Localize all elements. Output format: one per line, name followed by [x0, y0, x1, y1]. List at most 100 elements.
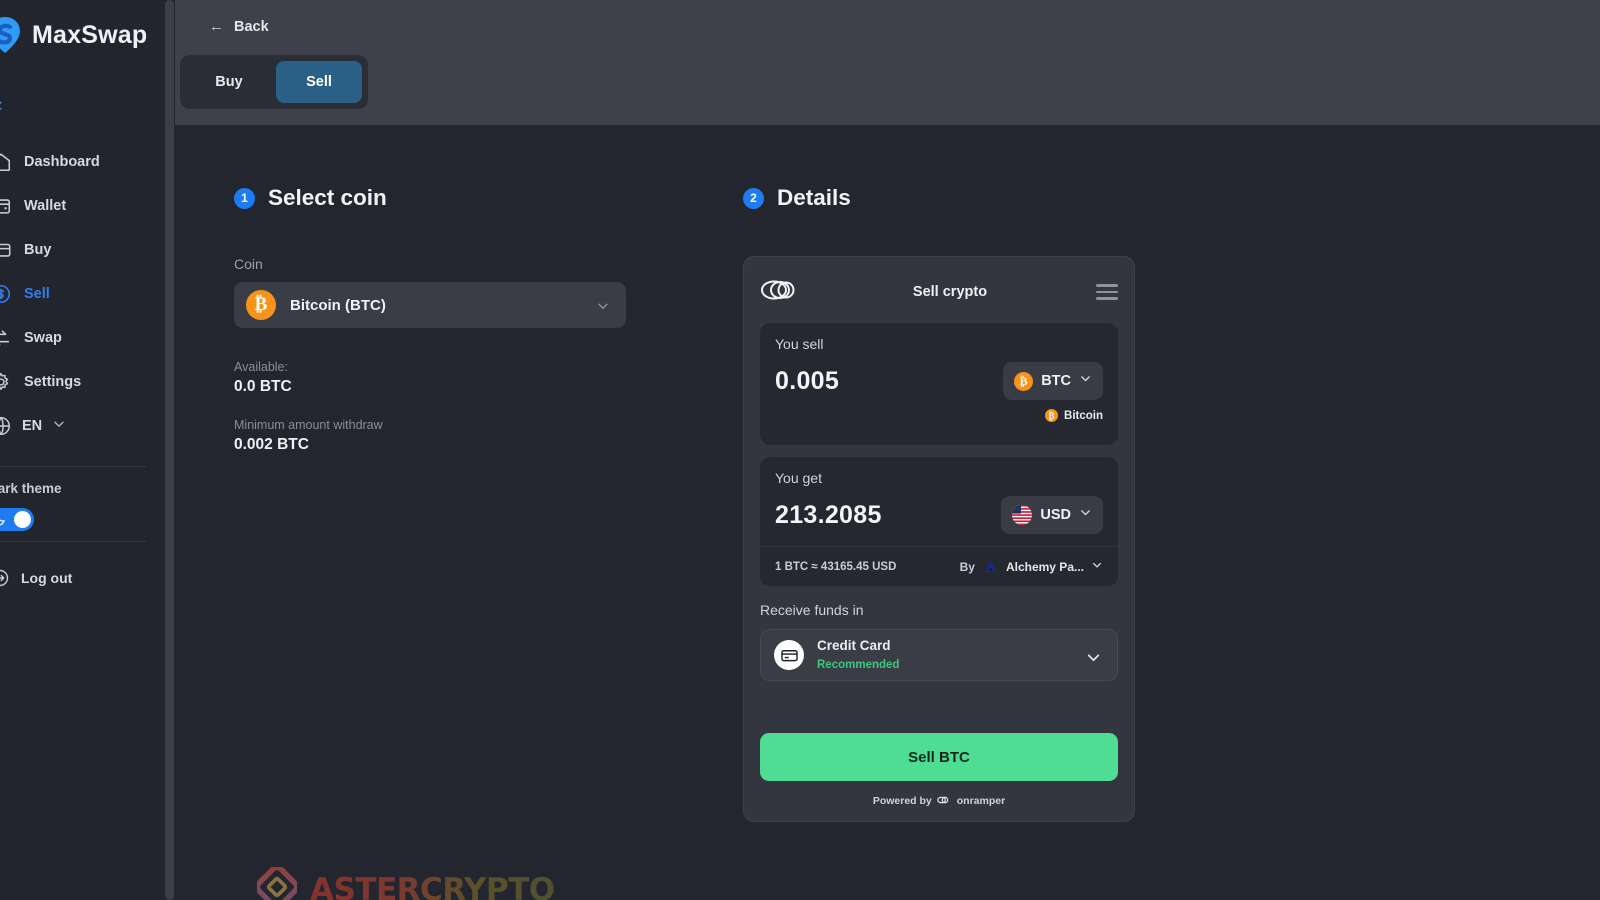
bitcoin-icon: ₿	[246, 290, 276, 320]
sell-currency-label: BTC	[1041, 373, 1071, 389]
swap-arrows-icon	[0, 327, 12, 349]
select-coin-column: 1 Select coin Coin ₿ Bitcoin (BTC) Avail…	[234, 185, 634, 454]
tab-sell[interactable]: Sell	[276, 61, 362, 103]
chevron-double-left-icon[interactable]: «	[0, 96, 3, 115]
credit-card-icon	[0, 239, 12, 261]
coin-select-dropdown[interactable]: ₿ Bitcoin (BTC)	[234, 282, 626, 328]
sidebar-item-dashboard[interactable]: Dashboard	[0, 140, 163, 184]
step-1-badge: 1	[234, 187, 255, 209]
sell-btc-button[interactable]: Sell BTC	[760, 733, 1118, 781]
gear-icon	[0, 371, 12, 393]
maxswap-pin-logo-icon	[0, 16, 22, 54]
get-currency-label: USD	[1040, 507, 1071, 523]
sidebar-item-settings[interactable]: Settings	[0, 360, 163, 404]
you-sell-amount-input[interactable]: 0.005	[775, 367, 839, 396]
sidebar-item-swap[interactable]: Swap	[0, 316, 163, 360]
topbar: ← Back Buy Sell	[175, 0, 1600, 125]
sidebar-item-label: Dashboard	[24, 154, 100, 170]
payment-method-selector[interactable]: Credit Card Recommended	[760, 629, 1118, 681]
tab-buy[interactable]: Buy	[186, 61, 272, 103]
you-get-amount-input[interactable]: 213.2085	[775, 501, 882, 530]
tab-buy-label: Buy	[215, 74, 243, 90]
onramper-widget: Sell crypto You sell 0.005 ₿ BTC ₿ Bitco…	[743, 256, 1135, 822]
chevron-down-icon	[1085, 649, 1102, 671]
payment-method-text: Credit Card Recommended	[817, 637, 899, 673]
widget-title: Sell crypto	[912, 284, 988, 300]
sell-currency-selector[interactable]: ₿ BTC	[1003, 362, 1103, 400]
tab-sell-label: Sell	[306, 74, 332, 90]
home-icon	[0, 151, 12, 173]
arrow-left-icon: ←	[209, 18, 224, 35]
aster-diamond-logo-icon	[254, 864, 300, 900]
back-button[interactable]: ← Back	[209, 18, 269, 35]
brand: MaxSwap	[0, 16, 147, 54]
sidebar-item-sell[interactable]: Sell	[0, 272, 163, 316]
sidebar-divider-bottom	[0, 541, 146, 542]
sidebar-nav: Dashboard Wallet Buy Sell Swap Settings …	[0, 140, 163, 588]
sidebar-item-wallet[interactable]: Wallet	[0, 184, 163, 228]
onramper-wordmark-icon	[937, 795, 952, 807]
logout-button[interactable]: Log out	[0, 568, 163, 588]
you-get-box: You get 213.2085 USD 1 BTC ≈ 43165.45 US…	[760, 457, 1118, 586]
watermark-text: ASTERCRYPTO	[310, 872, 555, 900]
details-column: 2 Details Sell crypto You sell 0.005 ₿ B…	[743, 185, 1143, 822]
payment-method-badge: Recommended	[817, 659, 900, 672]
you-get-label: You get	[775, 470, 822, 486]
sidebar-item-label: Buy	[24, 242, 52, 258]
dollar-circle-icon	[0, 283, 12, 305]
step-2-title: Details	[777, 185, 851, 210]
selected-coin-label: Bitcoin (BTC)	[290, 296, 386, 314]
alchemy-pay-icon	[982, 558, 999, 575]
step-1-header: 1 Select coin	[234, 185, 634, 211]
credit-card-circle-icon	[774, 640, 804, 670]
available-label: Available:	[234, 360, 288, 374]
wallet-icon	[0, 195, 12, 217]
minimum-withdraw-label: Minimum amount withdraw	[234, 418, 383, 432]
sell-coin-sublabel: ₿ Bitcoin	[775, 409, 1103, 422]
provider-selector[interactable]: By Alchemy Pa...	[960, 558, 1103, 575]
chevron-down-icon	[1079, 506, 1092, 524]
switch-knob	[14, 511, 31, 528]
hamburger-menu-icon[interactable]	[1095, 284, 1118, 300]
scrollbar-thumb[interactable]	[165, 0, 174, 900]
widget-header: Sell crypto	[760, 275, 1118, 309]
sidebar-scrollbar[interactable]	[163, 0, 175, 900]
payment-method-name: Credit Card	[817, 637, 891, 653]
sidebar-item-label: Sell	[24, 286, 50, 302]
available-value: 0.0 BTC	[234, 378, 292, 395]
buy-sell-segmented-control: Buy Sell	[180, 55, 368, 109]
coin-field-label: Coin	[234, 256, 263, 272]
provider-prefix-label: By	[959, 559, 975, 574]
theme-toggle-block: Dark theme	[0, 467, 163, 541]
logout-label: Log out	[21, 570, 73, 586]
main-content: 1 Select coin Coin ₿ Bitcoin (BTC) Avail…	[175, 125, 1600, 900]
rate-and-provider-row: 1 BTC ≈ 43165.45 USD By Alchemy Pa...	[760, 546, 1118, 586]
provider-name-label: Alchemy Pa...	[1005, 559, 1084, 574]
you-sell-box: You sell 0.005 ₿ BTC ₿ Bitcoin	[760, 323, 1118, 445]
theme-label: Dark theme	[0, 481, 62, 496]
back-label: Back	[234, 18, 269, 35]
step-1-title: Select coin	[268, 185, 387, 210]
sell-coin-name: Bitcoin	[1064, 409, 1103, 422]
sidebar-language-selector[interactable]: EN	[0, 404, 163, 448]
brand-name: MaxSwap	[32, 20, 148, 49]
powered-by-footer: Powered by onramper	[760, 795, 1118, 807]
chevron-down-icon	[52, 417, 66, 435]
us-flag-icon	[1012, 505, 1033, 525]
chevron-down-icon	[596, 299, 610, 318]
logout-icon	[0, 568, 10, 588]
bitcoin-icon: ₿	[1045, 409, 1059, 422]
sidebar-item-buy[interactable]: Buy	[0, 228, 163, 272]
receive-funds-label: Receive funds in	[760, 602, 864, 618]
globe-icon	[0, 415, 12, 437]
step-2-badge: 2	[743, 187, 764, 209]
dark-theme-switch[interactable]	[0, 508, 34, 531]
chevron-down-icon	[1091, 559, 1103, 574]
sidebar-item-label: Settings	[24, 374, 82, 390]
astercrypto-watermark: ASTERCRYPTO	[254, 864, 555, 900]
chevron-down-icon	[1079, 372, 1092, 390]
get-currency-selector[interactable]: USD	[1001, 496, 1103, 534]
exchange-rate-text: 1 BTC ≈ 43165.45 USD	[775, 560, 897, 573]
sidebar-item-label: Wallet	[24, 198, 67, 214]
balance-info: Available: 0.0 BTC Minimum amount withdr…	[234, 360, 634, 454]
